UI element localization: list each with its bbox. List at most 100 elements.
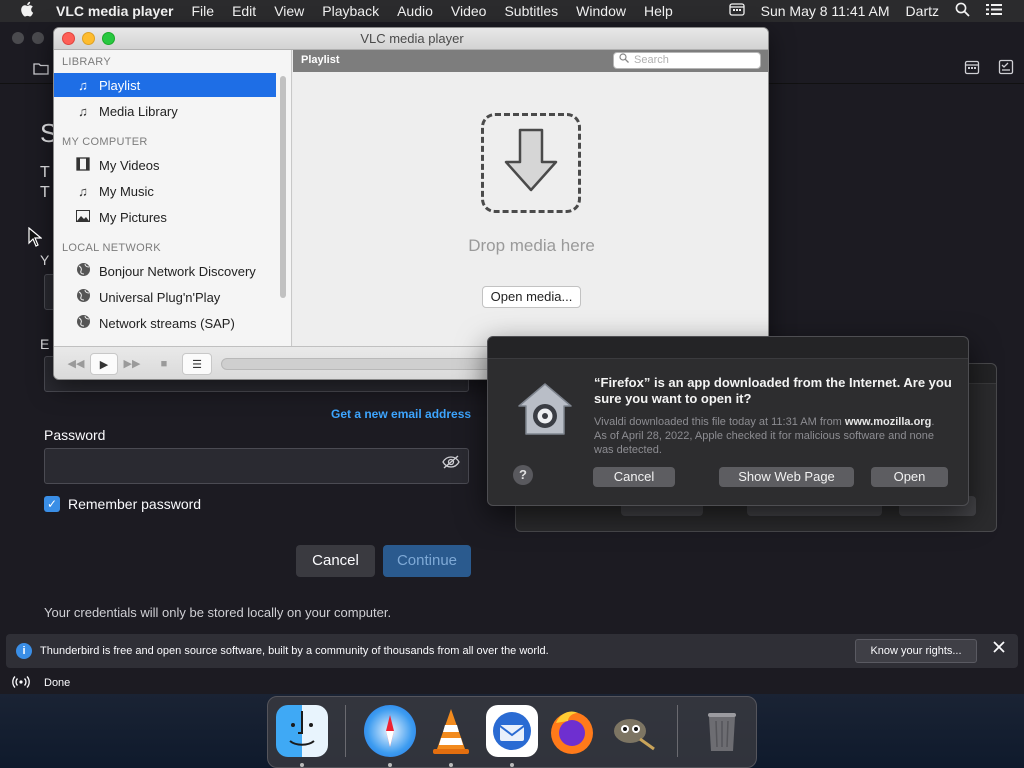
tb-label-fragment: E (40, 336, 50, 352)
status-text: Done (44, 677, 71, 689)
menu-window[interactable]: Window (576, 3, 626, 19)
sidebar-item-my-pictures[interactable]: My Pictures (54, 205, 276, 229)
dialog-title: “Firefox” is an app downloaded from the … (594, 375, 952, 406)
password-label: Password (44, 427, 106, 443)
vlc-sidebar: LIBRARY ♫ Playlist ♫ Media Library MY CO… (54, 50, 292, 346)
sidebar-item-label: Playlist (99, 77, 141, 93)
mouse-cursor-icon (28, 226, 43, 252)
menu-playback[interactable]: Playback (322, 3, 379, 19)
password-field[interactable] (44, 448, 469, 484)
remember-password-checkbox[interactable]: ✓ Remember password (44, 496, 201, 512)
playlist-toggle-icon[interactable]: ☰ (182, 353, 212, 375)
menu-help[interactable]: Help (644, 3, 673, 19)
menu-app-name[interactable]: VLC media player (56, 3, 174, 19)
globe-icon (74, 262, 92, 280)
sidebar-item-upnp[interactable]: Universal Plug'n'Play (54, 285, 276, 309)
sidebar-item-label: Bonjour Network Discovery (99, 263, 256, 279)
picture-icon (74, 209, 92, 225)
music-note-icon: ♫ (78, 183, 88, 199)
finder-icon[interactable] (276, 705, 328, 757)
dialog-titlebar (488, 337, 968, 359)
drop-zone[interactable] (481, 113, 581, 213)
sidebar-item-my-music[interactable]: ♫ My Music (54, 179, 276, 203)
section-library: LIBRARY (62, 56, 111, 68)
show-web-page-button[interactable]: Show Web Page (719, 467, 854, 487)
vlc-icon[interactable] (425, 705, 477, 757)
thunderbird-icon[interactable] (486, 705, 538, 757)
control-center-icon[interactable] (986, 3, 1002, 20)
sidebar-item-sap[interactable]: Network streams (SAP) (54, 311, 276, 335)
vlc-title-bar[interactable]: VLC media player (54, 28, 768, 50)
seek-slider[interactable] (221, 358, 501, 370)
playlist-icon: ♫ (78, 77, 88, 93)
open-button[interactable]: Open (871, 467, 948, 487)
play-button[interactable]: ▶ (90, 353, 118, 375)
running-indicator (449, 763, 453, 767)
close-icon[interactable] (993, 640, 1005, 657)
search-icon (619, 53, 629, 68)
sidebar-item-label: My Music (99, 183, 154, 199)
tb-label-fragment: Y (40, 252, 50, 268)
folder-icon[interactable] (33, 62, 49, 79)
menu-clock[interactable]: Sun May 8 11:41 AM (761, 3, 890, 19)
menu-edit[interactable]: Edit (232, 3, 256, 19)
gimp-icon[interactable] (606, 705, 658, 757)
sidebar-item-media-library[interactable]: ♫ Media Library (54, 99, 276, 123)
spotlight-search-icon[interactable] (955, 2, 970, 21)
stop-icon[interactable]: ■ (152, 353, 176, 375)
sidebar-item-label: Network streams (SAP) (99, 315, 235, 331)
search-placeholder: Search (634, 54, 669, 66)
sidebar-item-playlist[interactable]: ♫ Playlist (54, 73, 276, 97)
know-your-rights-button[interactable]: Know your rights... (855, 639, 977, 663)
toggle-password-visibility-icon[interactable] (442, 455, 460, 474)
tb-close-light[interactable] (12, 32, 24, 44)
checkmark-icon: ✓ (44, 496, 60, 512)
cancel-button[interactable]: Cancel (296, 545, 375, 577)
globe-icon (74, 288, 92, 306)
apple-icon[interactable] (20, 1, 38, 21)
drop-media-text: Drop media here (468, 236, 595, 255)
film-icon (74, 156, 92, 174)
download-domain: www.mozilla.org (844, 416, 932, 428)
search-input[interactable]: Search (613, 52, 761, 69)
vlc-window: VLC media player LIBRARY ♫ Playlist ♫ Me… (53, 27, 769, 380)
continue-button[interactable]: Continue (383, 545, 471, 577)
section-local-network: LOCAL NETWORK (62, 242, 161, 254)
running-indicator (510, 763, 514, 767)
tasks-icon[interactable] (998, 59, 1014, 79)
menu-view[interactable]: View (274, 3, 304, 19)
notification-bar: i Thunderbird is free and open source so… (6, 634, 1018, 668)
sidebar-scrollbar[interactable] (280, 76, 286, 298)
dialog-body-prefix: Vivaldi downloaded this file today at 11… (594, 416, 842, 428)
trash-icon[interactable] (696, 705, 748, 757)
tb-minimize-light[interactable] (32, 32, 44, 44)
sidebar-item-bonjour[interactable]: Bonjour Network Discovery (54, 259, 276, 283)
firefox-icon[interactable] (546, 705, 598, 757)
sidebar-item-label: My Videos (99, 157, 160, 173)
open-media-button[interactable]: Open media... (482, 286, 581, 308)
menu-user[interactable]: Dartz (906, 3, 939, 19)
vlc-window-title: VLC media player (360, 31, 464, 46)
sidebar-item-label: Media Library (99, 103, 178, 119)
next-icon[interactable]: ▶▶ (118, 353, 146, 375)
get-new-email-link[interactable]: Get a new email address (331, 407, 471, 421)
safari-icon[interactable] (364, 705, 416, 757)
previous-icon[interactable]: ◀◀ (62, 353, 90, 375)
remember-password-label: Remember password (68, 496, 202, 512)
menu-file[interactable]: File (192, 3, 215, 19)
calendar-status-icon[interactable] (728, 2, 745, 20)
dialog-body: Vivaldi downloaded this file today at 11… (594, 415, 944, 457)
globe-icon (74, 314, 92, 332)
help-button[interactable]: ? (513, 465, 533, 485)
menu-video[interactable]: Video (451, 3, 487, 19)
dock-separator (345, 705, 346, 757)
vlc-playlist-pane: Playlist Search Drop media here Open med… (293, 50, 768, 346)
sidebar-item-label: My Pictures (99, 209, 167, 225)
calendar-icon[interactable] (964, 59, 980, 79)
menu-audio[interactable]: Audio (397, 3, 433, 19)
menu-subtitles[interactable]: Subtitles (504, 3, 558, 19)
sidebar-item-my-videos[interactable]: My Videos (54, 153, 276, 177)
playlist-header: Playlist Search (293, 50, 768, 72)
dialog-cancel-button[interactable]: Cancel (593, 467, 675, 487)
tb-text-fragment: T (40, 164, 50, 181)
